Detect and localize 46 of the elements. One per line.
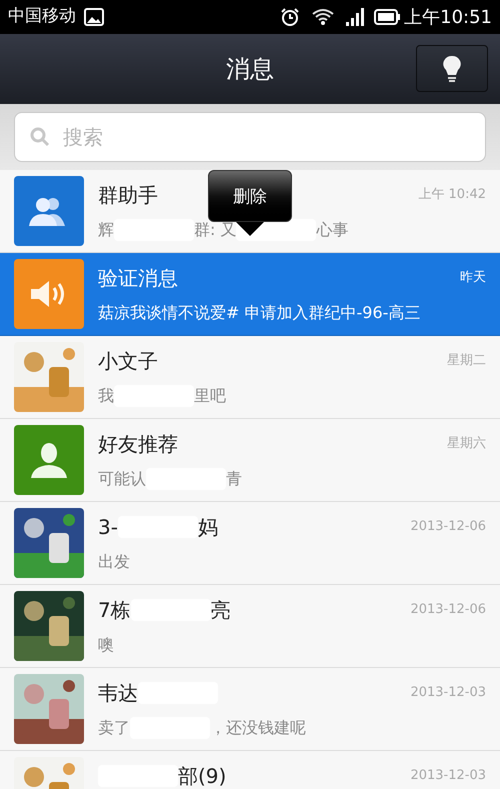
signal-icon bbox=[346, 8, 366, 26]
message-preview: 噢 bbox=[98, 634, 114, 656]
message-preview: 群: 又 bbox=[194, 219, 236, 241]
carrier-name: 中国移动 bbox=[8, 5, 76, 28]
clock-time: 上午10:51 bbox=[404, 6, 492, 30]
message-preview: 卖了 bbox=[98, 717, 130, 739]
message-preview: 菇凉我谈情不说爱# 申请加入群纪中-96-高三 bbox=[98, 302, 420, 324]
contact-name: 韦达 bbox=[98, 680, 138, 707]
message-time: 2013-12-06 bbox=[410, 518, 486, 536]
message-time: 2013-12-03 bbox=[410, 684, 486, 702]
conversation-item[interactable]: 验证消息 昨天 菇凉我谈情不说爱# 申请加入群纪中-96-高三 bbox=[0, 253, 500, 336]
message-preview: 出发 bbox=[98, 551, 130, 573]
alarm-icon bbox=[280, 7, 300, 27]
contact-name: 验证消息 bbox=[98, 265, 178, 292]
search-field[interactable]: 搜索 bbox=[14, 112, 486, 162]
message-preview: 我 bbox=[98, 385, 114, 407]
contact-name: 妈 bbox=[198, 514, 218, 541]
page-title: 消息 bbox=[226, 54, 274, 85]
person-icon bbox=[31, 442, 67, 478]
contact-name: 小文子 bbox=[98, 348, 158, 375]
contact-name: 亮 bbox=[210, 597, 231, 624]
message-time: 星期二 bbox=[447, 352, 486, 370]
delete-popup[interactable]: 删除 bbox=[208, 170, 292, 222]
lightbulb-icon bbox=[442, 54, 462, 82]
message-preview: 辉 bbox=[98, 219, 114, 241]
contact-name: 好友推荐 bbox=[98, 431, 178, 458]
message-preview: 青 bbox=[226, 468, 242, 490]
tips-button[interactable] bbox=[416, 45, 488, 92]
popup-pointer bbox=[236, 222, 264, 236]
battery-icon bbox=[374, 9, 400, 25]
image-icon bbox=[84, 8, 104, 26]
message-time: 昨天 bbox=[460, 269, 486, 288]
message-time: 上午 10:42 bbox=[418, 186, 486, 204]
message-preview: 里吧 bbox=[194, 385, 226, 407]
contact-name: 部(9) bbox=[178, 763, 226, 789]
contact-name: 7栋 bbox=[98, 597, 131, 624]
message-time: 2013-12-03 bbox=[410, 767, 486, 786]
contact-name: 群助手 bbox=[98, 182, 158, 209]
message-preview: 可能认 bbox=[98, 468, 146, 490]
message-time: 2013-12-06 bbox=[410, 601, 486, 620]
wifi-icon bbox=[312, 8, 334, 26]
contact-name: 3- bbox=[98, 514, 118, 541]
message-preview: 心事 bbox=[316, 219, 348, 241]
message-preview: ，还没钱建呢 bbox=[210, 717, 306, 739]
search-icon bbox=[30, 127, 50, 147]
message-time: 星期六 bbox=[447, 435, 486, 454]
